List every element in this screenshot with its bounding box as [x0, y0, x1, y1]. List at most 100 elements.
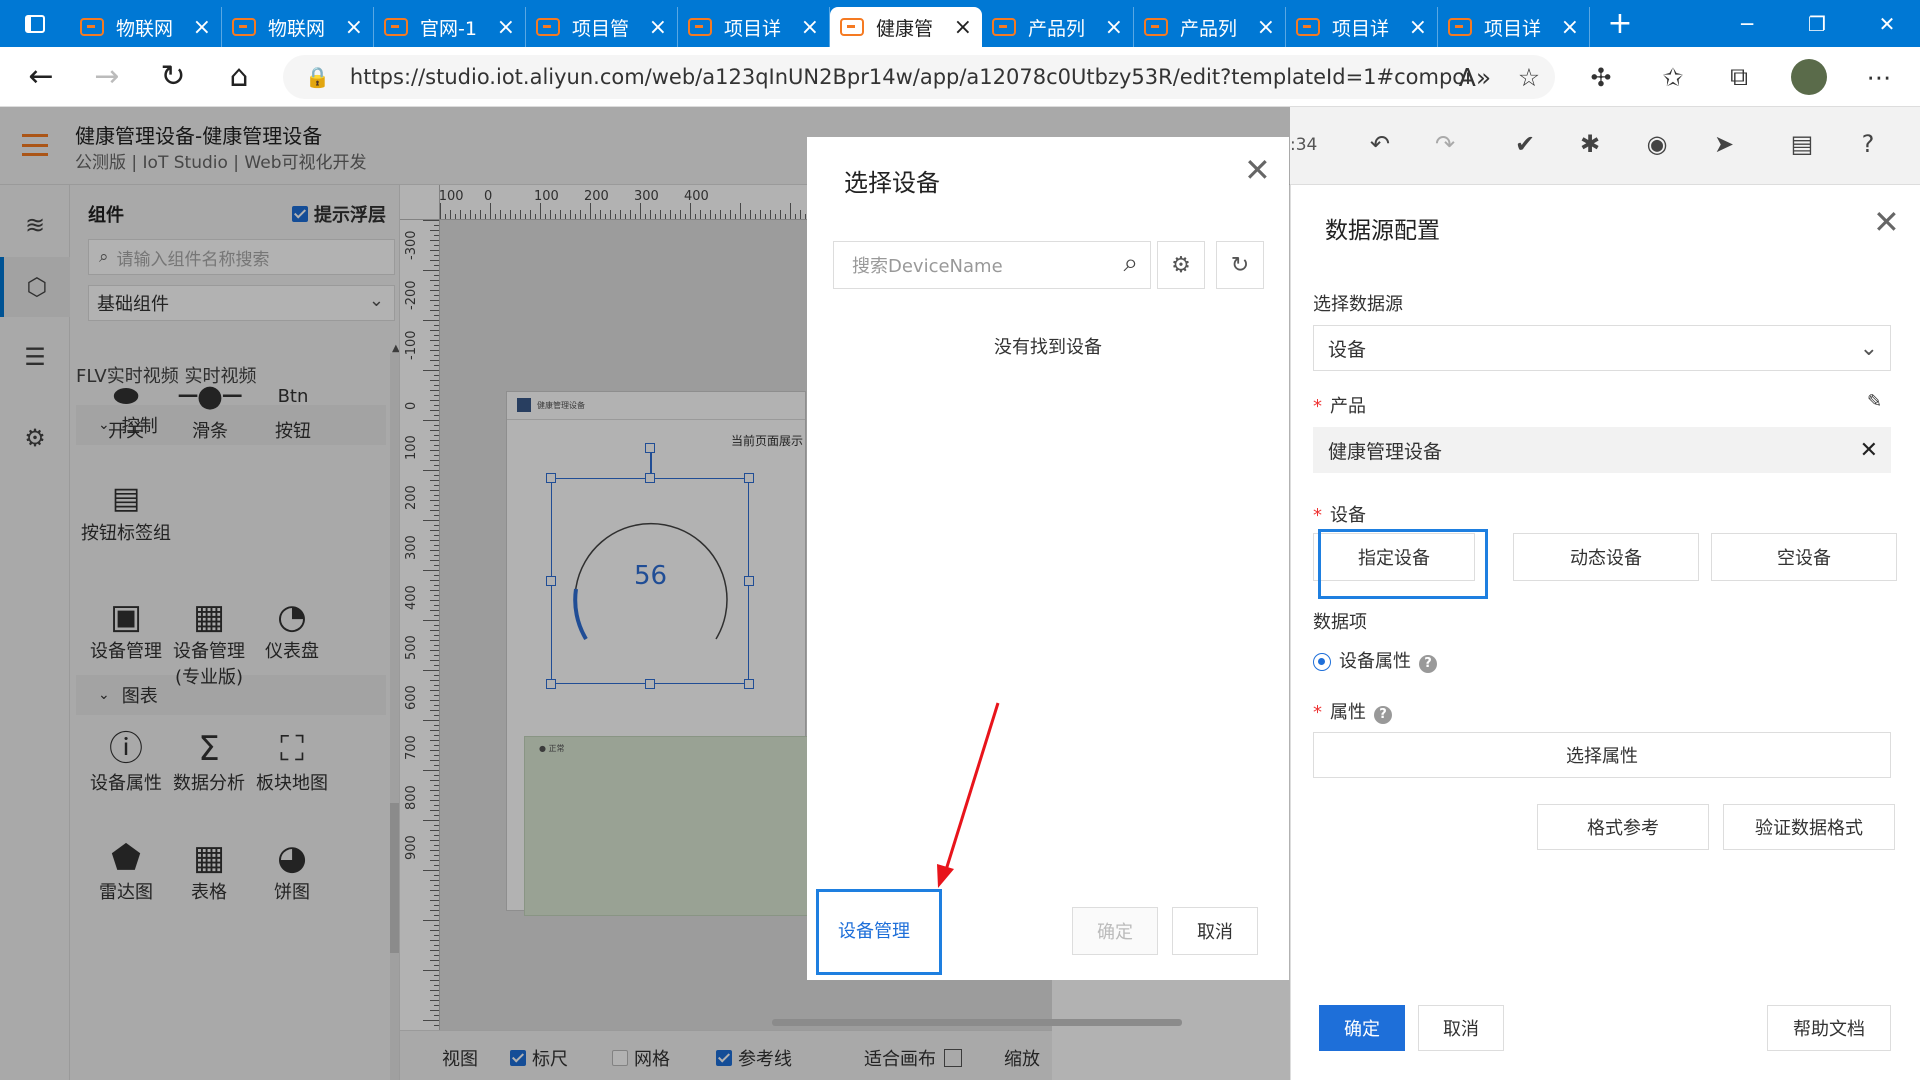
more-menu-icon[interactable]: ⋯ — [1854, 47, 1904, 107]
preview-icon[interactable]: ◉ — [1637, 124, 1677, 164]
product-label: * 产品 — [1313, 396, 1366, 417]
edit-icon[interactable]: ✎ — [1867, 391, 1882, 412]
tab-title: 产品列 — [1028, 17, 1086, 40]
tab-close-icon[interactable]: × — [1257, 15, 1275, 40]
select-source-label: 选择数据源 — [1313, 294, 1403, 315]
close-window-icon[interactable]: ✕ — [1852, 0, 1920, 47]
modal-confirm-button[interactable]: 确定 — [1072, 907, 1158, 955]
new-tab-button[interactable]: + — [1590, 6, 1650, 41]
device-search-input[interactable]: 搜索DeviceName ⌕ — [833, 241, 1151, 289]
refresh-icon[interactable]: ↻ — [140, 47, 206, 107]
format-reference-button[interactable]: 格式参考 — [1537, 804, 1709, 850]
select-property-button[interactable]: 选择属性 — [1313, 732, 1891, 778]
tab-close-icon[interactable]: × — [193, 15, 211, 40]
tab-title: 产品列 — [1180, 17, 1238, 40]
cancel-button[interactable]: 取消 — [1418, 1005, 1504, 1051]
device-search-placeholder: 搜索DeviceName — [852, 256, 1003, 277]
tab-title: 物联网 — [268, 17, 326, 40]
tab-close-icon[interactable]: × — [954, 15, 972, 40]
collections-icon[interactable]: ⧉ — [1714, 47, 1764, 107]
undo-icon[interactable]: ↶ — [1360, 124, 1400, 164]
tab-favicon-icon — [80, 18, 104, 36]
tab-close-icon[interactable]: × — [497, 15, 515, 40]
tab-close-icon[interactable]: × — [649, 15, 667, 40]
browser-tab[interactable]: 物联网 × — [222, 7, 374, 47]
close-icon[interactable]: ✕ — [1873, 203, 1900, 241]
dynamic-device-button[interactable]: 动态设备 — [1513, 533, 1699, 581]
read-aloud-icon[interactable]: A» — [1450, 47, 1500, 107]
property-label: * 属性? — [1313, 698, 1392, 724]
browser-tab[interactable]: 项目详 × — [1286, 7, 1438, 47]
datasource-select[interactable]: 设备 ⌄ — [1313, 325, 1891, 371]
close-icon[interactable]: ✕ — [1244, 151, 1271, 189]
save-time: :34 — [1290, 135, 1318, 155]
help-icon[interactable]: ? — [1419, 655, 1437, 673]
empty-message: 没有找到设备 — [994, 337, 1102, 358]
help-icon[interactable]: ? — [1848, 124, 1888, 164]
home-icon[interactable]: ⌂ — [206, 47, 272, 107]
favorites-icon[interactable]: ✩ — [1648, 47, 1698, 107]
datasource-title: 数据源配置 — [1325, 218, 1440, 244]
lock-icon: 🔒 — [305, 65, 330, 89]
document-icon[interactable]: ▤ — [1782, 124, 1822, 164]
chevron-down-icon: ⌄ — [1859, 335, 1878, 361]
tab-close-icon[interactable]: × — [801, 15, 819, 40]
redo-icon[interactable]: ↷ — [1425, 124, 1465, 164]
tab-title: 项目详 — [1484, 17, 1542, 40]
url-input[interactable]: 🔒 https://studio.iot.aliyun.com/web/a123… — [283, 55, 1555, 99]
datasource-panel: 数据源配置 ✕ 选择数据源 设备 ⌄ * 产品 ✎ 健康管理设备 ✕ * 设备 指定设备… — [1290, 185, 1910, 1080]
help-icon[interactable]: ? — [1374, 706, 1392, 724]
tab-title: 健康管 — [876, 17, 934, 40]
datasource-value: 设备 — [1328, 338, 1367, 361]
device-label: * 设备 — [1313, 505, 1366, 526]
device-property-radio[interactable]: 设备属性? — [1313, 647, 1437, 673]
tab-actions-icon[interactable] — [0, 0, 70, 47]
tab-favicon-icon — [536, 18, 560, 36]
tab-title: 物联网 — [116, 17, 174, 40]
tab-close-icon[interactable]: × — [1409, 15, 1427, 40]
tab-favicon-icon — [1144, 18, 1168, 36]
clear-icon[interactable]: ✕ — [1860, 438, 1878, 463]
minimize-icon[interactable]: ─ — [1712, 0, 1782, 47]
empty-device-button[interactable]: 空设备 — [1711, 533, 1897, 581]
check-icon[interactable]: ✔ — [1505, 124, 1545, 164]
highlight-box — [816, 889, 942, 975]
help-doc-button[interactable]: 帮助文档 — [1767, 1005, 1891, 1051]
validate-format-button[interactable]: 验证数据格式 — [1723, 804, 1895, 850]
modal-title: 选择设备 — [844, 169, 940, 197]
modal-cancel-button[interactable]: 取消 — [1172, 907, 1258, 955]
browser-tab[interactable]: 项目管 × — [526, 7, 678, 47]
confirm-button[interactable]: 确定 — [1319, 1005, 1405, 1051]
device-property-label: 设备属性 — [1339, 651, 1411, 672]
browser-tab-bar: 物联网 × 物联网 × 官网-1 × 项目管 × 项目详 × 健康管 × 产品列 × 产品列 × 项目详 × 项目详… — [0, 0, 1920, 47]
select-device-modal: 选择设备 ✕ 搜索DeviceName ⌕ ⚙ ↻ 没有找到设备 设备管理 确定 … — [807, 137, 1289, 980]
tab-favicon-icon — [1448, 18, 1472, 36]
data-item-label: 数据项 — [1313, 612, 1367, 633]
browser-tab[interactable]: 项目详 × — [678, 7, 830, 47]
debug-icon[interactable]: ✱ — [1570, 124, 1610, 164]
browser-tab[interactable]: 产品列 × — [1134, 7, 1286, 47]
browser-tab[interactable]: 产品列 × — [982, 7, 1134, 47]
tab-title: 项目详 — [724, 17, 782, 40]
publish-icon[interactable]: ➤ — [1704, 124, 1744, 164]
product-field[interactable]: 健康管理设备 ✕ — [1313, 427, 1891, 473]
add-favorite-icon[interactable]: ☆ — [1504, 47, 1554, 107]
extensions-icon[interactable]: ✣ — [1576, 47, 1626, 107]
back-icon[interactable]: ← — [8, 47, 74, 107]
tab-close-icon[interactable]: × — [1105, 15, 1123, 40]
tab-favicon-icon — [688, 18, 712, 36]
tab-close-icon[interactable]: × — [1561, 15, 1579, 40]
forward-icon[interactable]: → — [74, 47, 140, 107]
tab-close-icon[interactable]: × — [345, 15, 363, 40]
browser-tab[interactable]: 物联网 × — [70, 7, 222, 47]
tab-favicon-icon — [232, 18, 256, 36]
tab-favicon-icon — [384, 18, 408, 36]
gear-icon[interactable]: ⚙ — [1157, 241, 1205, 289]
browser-tab[interactable]: 健康管 × — [830, 7, 982, 47]
search-icon[interactable]: ⌕ — [1123, 248, 1138, 279]
refresh-icon[interactable]: ↻ — [1216, 241, 1264, 289]
restore-icon[interactable]: ❐ — [1782, 0, 1852, 47]
browser-tab[interactable]: 项目详 × — [1438, 7, 1590, 47]
profile-avatar[interactable] — [1784, 47, 1834, 107]
browser-tab[interactable]: 官网-1 × — [374, 7, 526, 47]
